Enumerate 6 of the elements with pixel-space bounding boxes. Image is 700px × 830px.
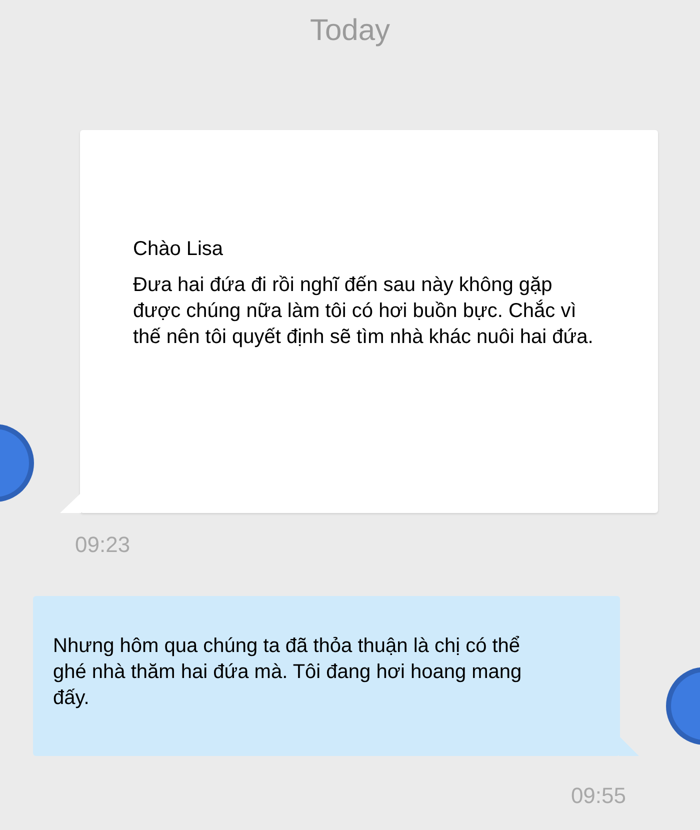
message-time: 09:55 — [570, 782, 626, 810]
message-text: Nhưng hôm qua chúng ta đã thỏa thuận là chị có thể ghé nhà thăm hai đứa mà. Tôi đang hơi hoang mang đấy. — [53, 634, 523, 711]
message-text: Đưa hai đứa đi rồi nghĩ đến sau này không gặp được chúng nữa làm tôi có hơi buồn bực. Chắc vì thế nên tôi quyết định sẽ tìm nhà khác nuôi hai đứa. — [133, 273, 594, 350]
date-divider: Today — [310, 13, 390, 49]
message-time: 09:23 — [75, 531, 132, 559]
message-text: Chào Lisa — [133, 237, 224, 262]
